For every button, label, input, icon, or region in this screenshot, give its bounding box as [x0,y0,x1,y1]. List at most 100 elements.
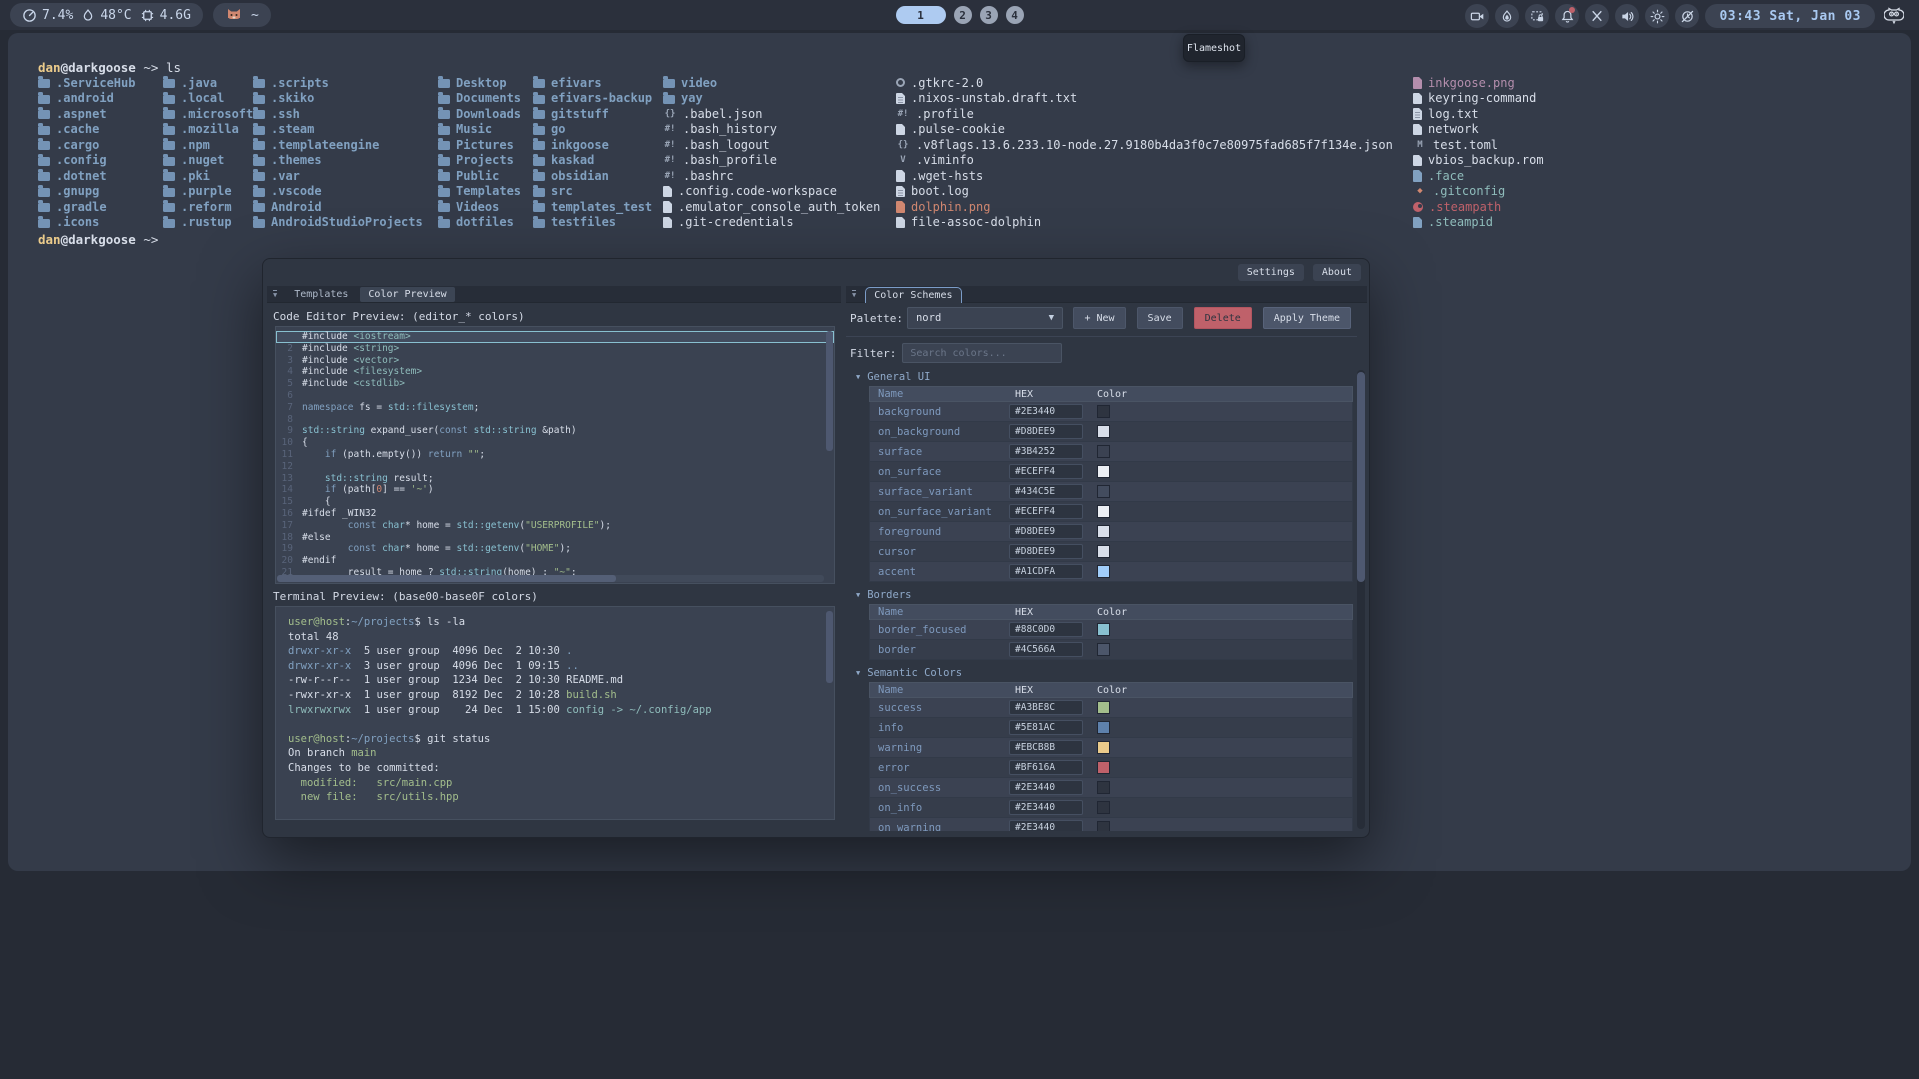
screenshot-area-icon[interactable] [1525,4,1549,28]
owl-icon[interactable] [1881,3,1907,29]
hex-value-field[interactable]: #ECEFF4 [1009,504,1083,519]
editor-vertical-scrollbar[interactable] [826,329,833,581]
color-row[interactable]: on_success#2E3440 [869,778,1353,798]
color-row[interactable]: surface_variant#434C5E [869,482,1353,502]
hex-value-field[interactable]: #2E3440 [1009,800,1083,815]
table-header-row: NameHEXColor [869,682,1353,698]
color-swatch[interactable] [1097,465,1110,478]
color-swatch[interactable] [1097,701,1110,714]
save-button[interactable]: Save [1137,307,1183,329]
hex-value-field[interactable]: #3B4252 [1009,444,1083,459]
collapse-icon[interactable]: ▼ [852,290,856,299]
hex-value-field[interactable]: #EBCB8B [1009,740,1083,755]
hex-value-field[interactable]: #A3BE8C [1009,700,1083,715]
color-row[interactable]: on_surface#ECEFF4 [869,462,1353,482]
host-pill[interactable]: ~ [213,3,271,27]
hex-value-field[interactable]: #ECEFF4 [1009,464,1083,479]
color-swatch[interactable] [1097,525,1110,538]
hex-value-field[interactable]: #2E3440 [1009,780,1083,795]
editor-horizontal-scrollbar[interactable] [277,575,824,582]
apply-theme-button[interactable]: Apply Theme [1263,307,1351,329]
settings-button[interactable]: Settings [1238,264,1304,281]
color-swatch[interactable] [1097,425,1110,438]
terminal-preview[interactable]: user@host:~/projects$ ls -latotal 48drwx… [275,606,835,820]
hex-cell: #2E3440 [1007,780,1089,795]
collapse-icon[interactable]: ▼ [273,290,277,299]
color-row[interactable]: on_warning#2E3440 [869,818,1353,831]
color-swatch[interactable] [1097,545,1110,558]
color-swatch[interactable] [1097,565,1110,578]
volume-icon[interactable] [1615,4,1639,28]
filter-input[interactable] [902,343,1062,363]
hex-value-field[interactable]: #2E3440 [1009,404,1083,419]
list-item: #!.bash_profile [663,153,880,169]
color-row[interactable]: cursor#D8DEE9 [869,542,1353,562]
hex-value-field[interactable]: #5E81AC [1009,720,1083,735]
color-swatch[interactable] [1097,505,1110,518]
color-row[interactable]: warning#EBCB8B [869,738,1353,758]
tab-color-preview[interactable]: Color Preview [360,287,454,302]
flameshot-icon[interactable] [1495,4,1519,28]
hex-value-field[interactable]: #A1CDFA [1009,564,1083,579]
color-swatch[interactable] [1097,485,1110,498]
hex-value-field[interactable]: #88C0D0 [1009,622,1083,637]
color-row[interactable]: border#4C566A [869,640,1353,660]
palette-select[interactable]: nord ▼ [907,307,1063,329]
section-header[interactable]: ▼Borders [846,588,1353,602]
hex-value-field[interactable]: #D8DEE9 [1009,544,1083,559]
clock[interactable]: 03:43 Sat, Jan 03 [1705,4,1875,28]
tab-color-schemes[interactable]: Color Schemes [865,287,961,303]
color-row[interactable]: foreground#D8DEE9 [869,522,1353,542]
color-row[interactable]: success#A3BE8C [869,698,1353,718]
code-segment: <filesystem> [353,366,422,378]
color-swatch[interactable] [1097,801,1110,814]
color-swatch[interactable] [1097,721,1110,734]
color-row[interactable]: on_background#D8DEE9 [869,422,1353,442]
code-editor-preview[interactable]: #include <iostream>2#include <string>3#i… [275,326,835,584]
divider [846,336,1357,337]
section-header[interactable]: ▼Semantic Colors [846,666,1353,680]
color-list-scrollbar[interactable] [1357,370,1365,829]
hex-value-field[interactable]: #434C5E [1009,484,1083,499]
color-row[interactable]: accent#A1CDFA [869,562,1353,582]
workspace-3[interactable]: 3 [980,6,998,24]
color-row[interactable]: error#BF616A [869,758,1353,778]
color-row[interactable]: on_info#2E3440 [869,798,1353,818]
color-row[interactable]: border_focused#88C0D0 [869,620,1353,640]
color-swatch[interactable] [1097,741,1110,754]
color-swatch[interactable] [1097,761,1110,774]
color-row[interactable]: background#2E3440 [869,402,1353,422]
doc-icon [663,186,672,198]
workspaces: 1234 [896,6,1024,24]
code-line: 11 if (path.empty()) return ""; [276,449,834,461]
tab-templates[interactable]: Templates [286,287,356,302]
filter-label: Filter: [850,347,896,360]
about-button[interactable]: About [1313,264,1361,281]
night-light-icon[interactable] [1675,4,1699,28]
hex-value-field[interactable]: #2E3440 [1009,820,1083,831]
brightness-icon[interactable] [1645,4,1669,28]
color-swatch[interactable] [1097,643,1110,656]
color-row[interactable]: info#5E81AC [869,718,1353,738]
screen-record-icon[interactable] [1465,4,1489,28]
new-palette-button[interactable]: + New [1073,307,1125,329]
color-swatch[interactable] [1097,821,1110,831]
hex-value-field[interactable]: #BF616A [1009,760,1083,775]
terminal-vertical-scrollbar[interactable] [826,609,833,817]
delete-button[interactable]: Delete [1194,307,1252,329]
color-swatch[interactable] [1097,623,1110,636]
color-row[interactable]: on_surface_variant#ECEFF4 [869,502,1353,522]
hex-value-field[interactable]: #4C566A [1009,642,1083,657]
color-swatch[interactable] [1097,781,1110,794]
color-swatch[interactable] [1097,445,1110,458]
hex-value-field[interactable]: #D8DEE9 [1009,524,1083,539]
workspace-2[interactable]: 2 [954,6,972,24]
notifications-icon[interactable] [1555,4,1579,28]
hex-value-field[interactable]: #D8DEE9 [1009,424,1083,439]
workspace-4[interactable]: 4 [1006,6,1024,24]
workspace-1[interactable]: 1 [896,6,946,24]
input-blocked-icon[interactable] [1585,4,1609,28]
color-swatch[interactable] [1097,405,1110,418]
section-header[interactable]: ▼General UI [846,370,1353,384]
color-row[interactable]: surface#3B4252 [869,442,1353,462]
